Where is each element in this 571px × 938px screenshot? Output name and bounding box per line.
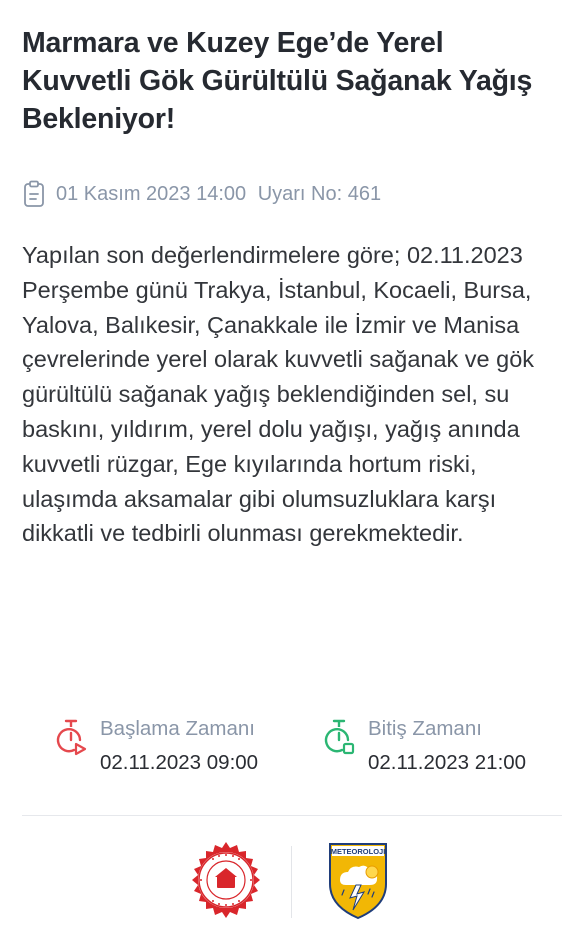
start-time-text: Başlama Zamanı 02.11.2023 09:00 — [100, 712, 258, 780]
warning-title: Marmara ve Kuzey Ege’de Yerel Kuvvetli G… — [22, 27, 533, 135]
end-time-value: 02.11.2023 21:00 — [368, 751, 527, 774]
start-time-block: Başlama Zamanı 02.11.2023 09:00 — [54, 712, 258, 780]
warning-date: 01 Kasım 2023 14:00 — [56, 182, 247, 205]
warning-times: Başlama Zamanı 02.11.2023 09:00 Bitiş Za… — [0, 712, 571, 792]
document-icon — [24, 180, 44, 207]
warning-number: Uyarı No: 461 — [257, 182, 382, 205]
end-time-label: Bitiş Zamanı — [368, 717, 482, 740]
warning-meta: 01 Kasım 2023 14:00 Uyarı No: 461 — [22, 177, 381, 211]
stopwatch-stop-icon — [324, 719, 355, 755]
start-time-value: 02.11.2023 09:00 — [100, 751, 259, 774]
meteoroloji-shield-logo: METEOROLOJI — [329, 843, 387, 920]
warning-detail-page: Marmara ve Kuzey Ege’de Yerel Kuvvetli G… — [0, 0, 571, 938]
footer-logos: METEOROLOJI — [0, 838, 571, 928]
logo-separator — [291, 846, 292, 918]
afad-seal-logo — [192, 842, 260, 918]
start-time-label: Başlama Zamanı — [100, 717, 255, 740]
end-time-text: Bitiş Zamanı 02.11.2023 21:00 — [368, 712, 526, 780]
end-time-block: Bitiş Zamanı 02.11.2023 21:00 — [322, 712, 526, 780]
stopwatch-play-icon — [56, 719, 87, 756]
warning-body: Yapılan son değerlendirmelere göre; 02.1… — [22, 242, 535, 547]
section-divider — [22, 815, 562, 816]
meteoroloji-logo-text: METEOROLOJI — [331, 847, 386, 856]
